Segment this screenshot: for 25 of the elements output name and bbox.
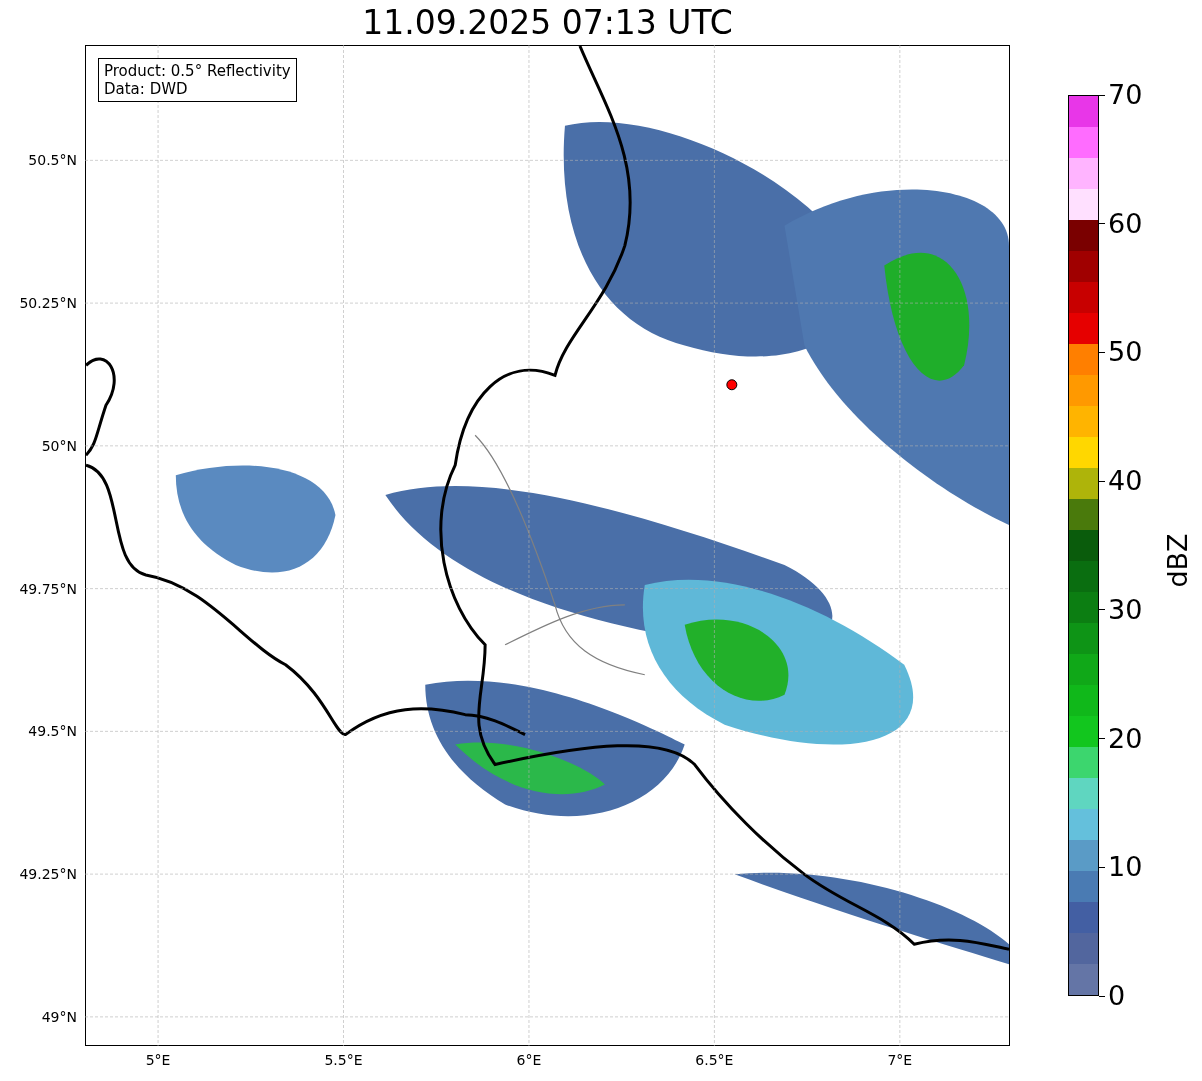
colorbar-tick-label: 10 xyxy=(1107,852,1143,883)
axis-tick-label: 50.25°N xyxy=(19,295,77,312)
colorbar-tick-label: 0 xyxy=(1107,981,1126,1011)
colorbar-tick-label: 40 xyxy=(1107,466,1143,497)
axis-tick-label: 7°E xyxy=(887,1052,913,1068)
axis-tick-label: 49.5°N xyxy=(28,723,77,740)
axis-tick-label: 50°N xyxy=(41,437,77,454)
axis-tick-label: 6.5°E xyxy=(695,1052,734,1068)
axis-tick-label: 5°E xyxy=(145,1052,171,1068)
axis-tick-label: 49.75°N xyxy=(19,580,77,597)
colorbar-tick-label: 30 xyxy=(1107,594,1143,625)
colorbar-tick-label: 20 xyxy=(1107,723,1143,754)
info-text: Data: DWD xyxy=(104,80,189,98)
axis-tick-label: 49.25°N xyxy=(19,866,77,883)
tick-mark xyxy=(1099,995,1105,997)
colorbar-tick-label: 60 xyxy=(1107,208,1143,239)
axis-tick-label: 5.5°E xyxy=(324,1052,363,1068)
chart-title: 11.09.2025 07:13 UTC xyxy=(361,2,734,44)
colorbar-label: dBZ xyxy=(1161,533,1193,588)
axis-tick-label: 6°E xyxy=(516,1052,542,1068)
info-text: Product: 0.5° Reflectivity xyxy=(104,62,291,80)
axis-tick-label: 49°N xyxy=(41,1008,77,1025)
axis-tick-label: 50.5°N xyxy=(28,152,77,169)
colorbar-tick-label: 70 xyxy=(1107,80,1143,110)
colorbar-tick-label: 50 xyxy=(1107,337,1143,368)
